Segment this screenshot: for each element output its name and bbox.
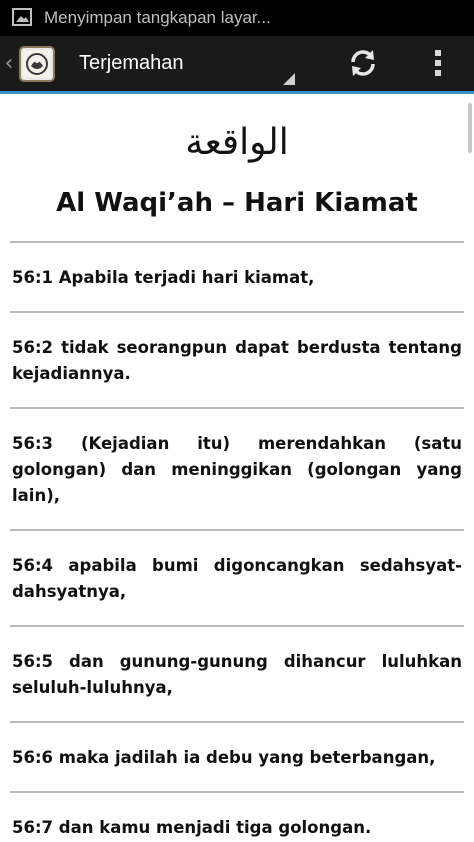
translation-content[interactable]: الواقعة Al Waqi’ah – Hari Kiamat 56:1 Ap… — [0, 97, 474, 842]
scrollbar[interactable] — [468, 103, 472, 153]
spinner-dropdown-icon — [283, 72, 295, 85]
action-bar-title: Terjemahan — [79, 52, 184, 74]
refresh-icon — [347, 47, 379, 83]
verse-item[interactable]: 56:5 dan gunung-gunung dihancur luluhkan… — [10, 625, 464, 721]
refresh-button[interactable] — [335, 36, 391, 94]
verse-list: 56:1 Apabila terjadi hari kiamat, 56:2 t… — [0, 241, 474, 842]
navigation-spinner[interactable]: Terjemahan — [55, 35, 295, 93]
overflow-menu-button[interactable] — [410, 36, 466, 94]
surah-title: Al Waqi’ah – Hari Kiamat — [56, 188, 418, 218]
verse-item[interactable]: 56:7 dan kamu menjadi tiga golongan. — [10, 791, 464, 842]
status-bar: Menyimpan tangkapan layar... — [0, 0, 474, 36]
verse-item[interactable]: 56:2 tidak seorangpun dapat berdusta ten… — [10, 311, 464, 407]
screenshot-icon — [12, 8, 34, 28]
action-bar: ‹ Terjemahan — [0, 36, 474, 94]
verse-item[interactable]: 56:6 maka jadilah ia debu yang beterbang… — [10, 721, 464, 791]
notification-text: Menyimpan tangkapan layar... — [44, 8, 271, 27]
verse-item[interactable]: 56:3 (Kejadian itu) merendahkan (satu go… — [10, 407, 464, 529]
app-logo-icon[interactable] — [19, 45, 55, 82]
up-caret-icon[interactable]: ‹ — [2, 35, 16, 93]
overflow-menu-icon — [433, 48, 443, 82]
verse-item[interactable]: 56:4 apabila bumi digoncangkan sedahsyat… — [10, 529, 464, 625]
verse-item[interactable]: 56:1 Apabila terjadi hari kiamat, — [10, 241, 464, 311]
surah-arabic-name: الواقعة — [185, 122, 289, 163]
